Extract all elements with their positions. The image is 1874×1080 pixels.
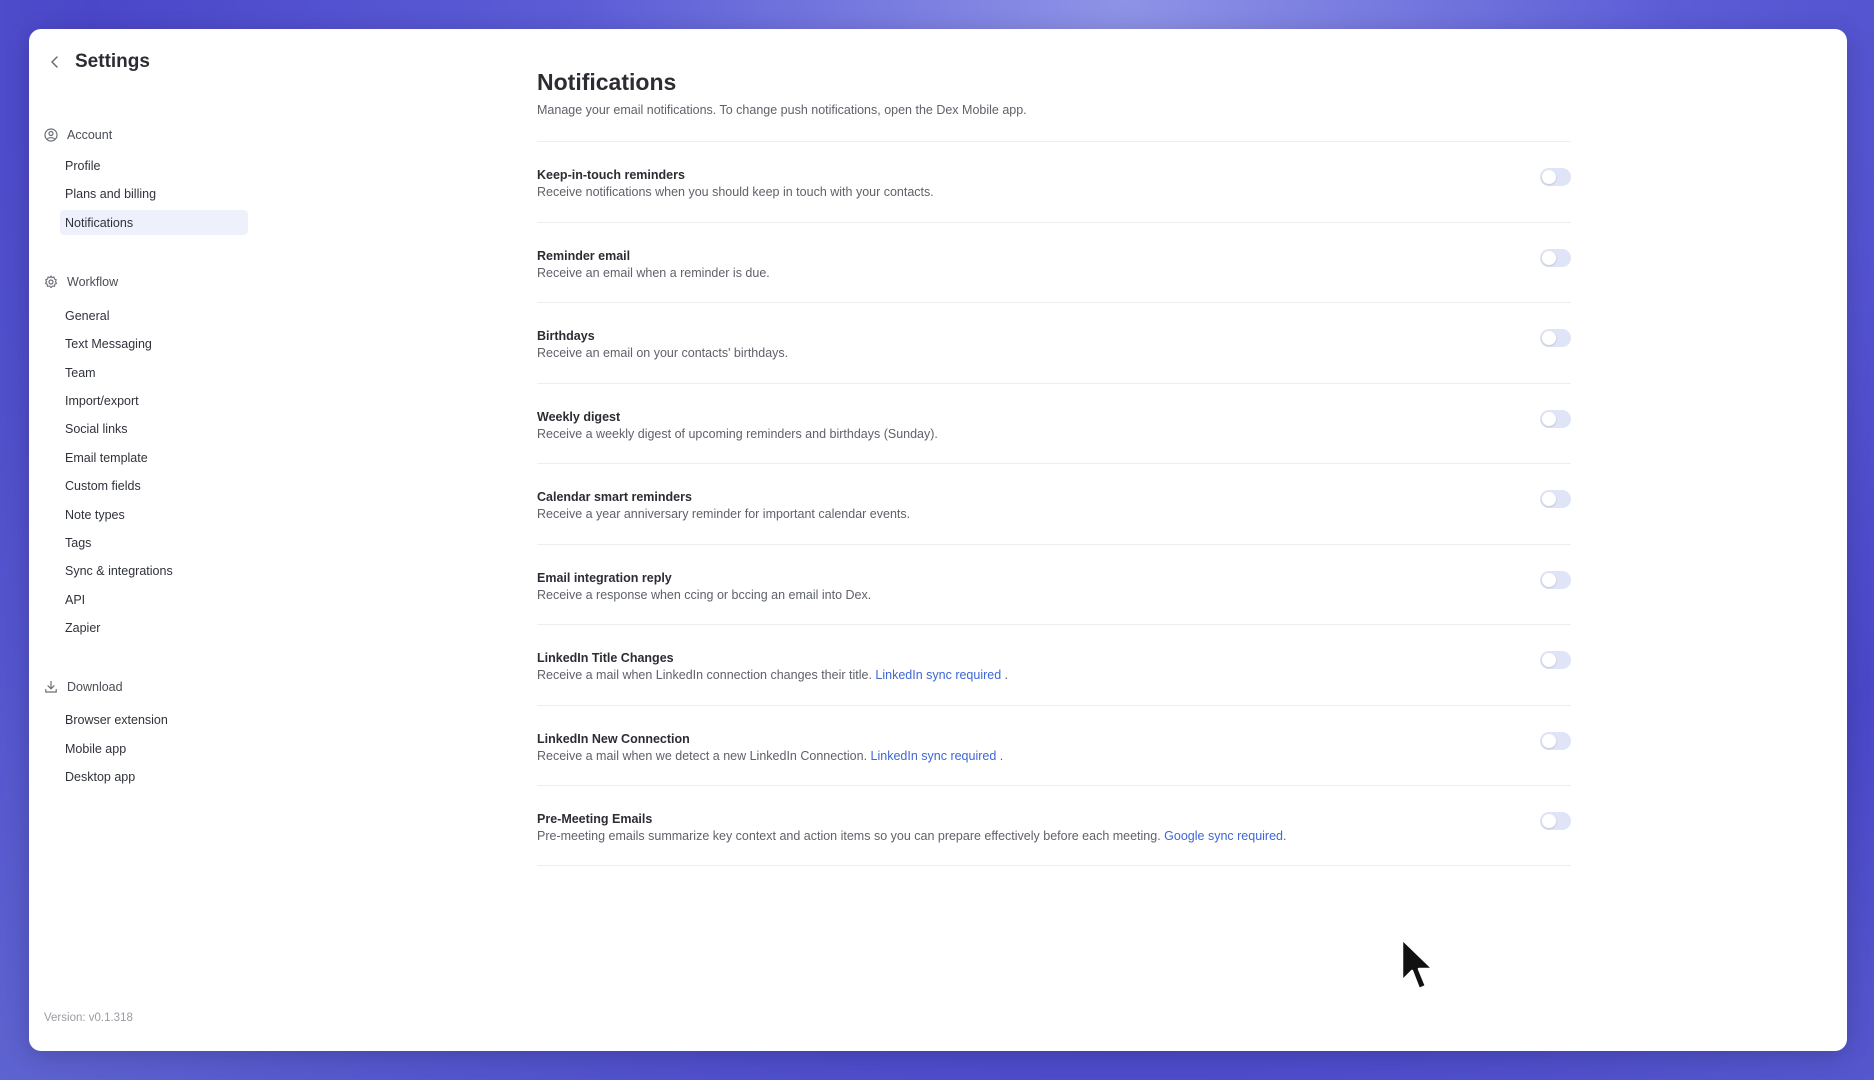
row-desc: Receive an email on your contacts' birth… <box>537 346 788 360</box>
notification-row-keep-in-touch: Keep-in-touch reminders Receive notifica… <box>537 141 1571 222</box>
row-desc: Receive an email when a reminder is due. <box>537 266 770 280</box>
toggle-keep-in-touch[interactable] <box>1540 168 1571 186</box>
sidebar-item-social-links[interactable]: Social links <box>60 416 248 441</box>
row-desc-text: Receive a response when ccing or bccing … <box>537 587 872 602</box>
mouse-cursor-icon <box>1400 937 1435 991</box>
page-title: Notifications <box>537 69 677 95</box>
toggle-calendar-smart-reminders[interactable] <box>1540 490 1571 508</box>
toggle-knob <box>1542 814 1556 828</box>
sidebar-item-zapier[interactable]: Zapier <box>60 615 248 640</box>
row-desc: Pre-meeting emails summarize key context… <box>537 829 1286 843</box>
notification-list: Keep-in-touch reminders Receive notifica… <box>537 141 1571 866</box>
back-button[interactable] <box>45 52 65 72</box>
notification-row-calendar-smart-reminders: Calendar smart reminders Receive a year … <box>537 463 1571 544</box>
row-desc-text: Receive a weekly digest of upcoming remi… <box>537 426 938 441</box>
download-icon <box>45 680 57 693</box>
section-download: Download <box>44 677 123 697</box>
sidebar-item-mobile-app[interactable]: Mobile app <box>60 736 248 761</box>
row-desc-text: Pre-meeting emails summarize key context… <box>537 829 1165 843</box>
row-desc: Receive a mail when LinkedIn connection … <box>537 668 1008 682</box>
main-content: Notifications Manage your email notifica… <box>537 29 1597 1051</box>
sidebar-item-notifications[interactable]: Notifications <box>60 210 248 235</box>
toggle-knob <box>1542 653 1556 667</box>
section-label: Download <box>67 680 123 694</box>
row-title: Birthdays <box>537 329 595 343</box>
row-desc-suffix: . <box>996 748 1004 763</box>
toggle-birthdays[interactable] <box>1540 329 1571 347</box>
sidebar-item-api[interactable]: API <box>60 587 248 612</box>
sidebar: Settings Account Profile Plans and billi… <box>29 29 289 1051</box>
notification-row-pre-meeting-emails: Pre-Meeting Emails Pre-meeting emails su… <box>537 785 1571 866</box>
sidebar-item-sync-integrations[interactable]: Sync & integrations <box>60 558 248 583</box>
toggle-linkedin-title-changes[interactable] <box>1540 651 1571 669</box>
sidebar-item-import-export[interactable]: Import/export <box>60 388 248 413</box>
notification-row-birthdays: Birthdays Receive an email on your conta… <box>537 302 1571 383</box>
row-title: Weekly digest <box>537 409 621 424</box>
toggle-knob <box>1542 411 1556 426</box>
sidebar-item-desktop-app[interactable]: Desktop app <box>60 764 248 789</box>
row-title: Calendar smart reminders <box>537 490 692 504</box>
notification-row-reminder-email: Reminder email Receive an email when a r… <box>537 221 1571 303</box>
sidebar-item-general[interactable]: General <box>60 303 248 328</box>
sidebar-item-custom-fields[interactable]: Custom fields <box>60 473 248 498</box>
row-desc: Receive notifications when you should ke… <box>537 185 934 199</box>
row-desc-text: Receive a year anniversary reminder for … <box>537 507 911 521</box>
toggle-knob <box>1542 492 1556 506</box>
row-desc-text: Receive a mail when LinkedIn connection … <box>537 668 876 682</box>
row-desc: Receive a year anniversary reminder for … <box>537 507 910 521</box>
notification-row-linkedin-title-changes: LinkedIn Title Changes Receive a mail wh… <box>537 624 1571 705</box>
sidebar-item-browser-extension[interactable]: Browser extension <box>60 707 248 732</box>
section-account: Account <box>44 125 112 145</box>
sidebar-item-plans-and-billing[interactable]: Plans and billing <box>60 181 248 206</box>
google-sync-link[interactable]: Google sync required <box>1164 829 1283 843</box>
row-desc-text: Receive an email when a reminder is due. <box>537 265 770 280</box>
toggle-weekly-digest[interactable] <box>1540 409 1571 428</box>
sidebar-item-text-messaging[interactable]: Text Messaging <box>60 331 248 356</box>
toggle-reminder-email[interactable] <box>1540 248 1571 267</box>
toggle-email-integration-reply[interactable] <box>1540 570 1571 589</box>
sidebar-header: Settings <box>45 47 150 77</box>
chevron-left-icon <box>51 56 58 68</box>
row-desc: Receive a response when ccing or bccing … <box>537 588 871 602</box>
row-title: LinkedIn Title Changes <box>537 651 674 665</box>
toggle-knob <box>1542 250 1556 265</box>
row-desc-suffix: . <box>1283 829 1287 843</box>
notification-row-email-integration-reply: Email integration reply Receive a respon… <box>537 543 1571 625</box>
row-title: Pre-Meeting Emails <box>537 812 653 826</box>
sidebar-item-tags[interactable]: Tags <box>60 530 248 555</box>
sidebar-title: Settings <box>75 51 150 72</box>
row-title: Reminder email <box>537 248 631 263</box>
toggle-knob <box>1542 572 1556 587</box>
toggle-knob <box>1542 331 1556 345</box>
toggle-knob <box>1542 170 1556 184</box>
linkedin-sync-link[interactable]: LinkedIn sync required <box>871 749 997 763</box>
sidebar-item-team[interactable]: Team <box>60 360 248 385</box>
section-label: Workflow <box>67 275 119 289</box>
page-subtitle: Manage your email notifications. To chan… <box>537 103 1027 117</box>
row-desc: Receive a weekly digest of upcoming remi… <box>537 427 938 441</box>
row-desc-text: Receive notifications when you should ke… <box>537 185 934 199</box>
settings-window: Settings Account Profile Plans and billi… <box>29 29 1847 1051</box>
toggle-knob <box>1542 733 1556 748</box>
version-label: Version: v0.1.318 <box>44 1012 133 1024</box>
row-desc: Receive a mail when we detect a new Link… <box>537 749 1003 763</box>
row-desc-text: Receive a mail when we detect a new Link… <box>537 748 871 763</box>
sidebar-item-profile[interactable]: Profile <box>60 153 248 178</box>
sidebar-item-email-template[interactable]: Email template <box>60 445 248 470</box>
notification-row-linkedin-new-connection: LinkedIn New Connection Receive a mail w… <box>537 704 1571 786</box>
sidebar-item-note-types[interactable]: Note types <box>60 502 248 527</box>
section-label: Account <box>67 128 113 142</box>
user-circle-icon <box>44 128 58 142</box>
toggle-linkedin-new-connection[interactable] <box>1540 731 1571 750</box>
row-title: Email integration reply <box>537 570 672 585</box>
notification-row-weekly-digest: Weekly digest Receive a weekly digest of… <box>537 382 1571 464</box>
row-title: LinkedIn New Connection <box>537 731 690 746</box>
section-workflow: Workflow <box>44 272 118 292</box>
row-desc-suffix: . <box>1001 668 1009 682</box>
toggle-pre-meeting-emails[interactable] <box>1540 812 1571 830</box>
row-desc-text: Receive an email on your contacts' birth… <box>537 346 789 360</box>
linkedin-sync-link[interactable]: LinkedIn sync required <box>875 668 1001 682</box>
row-title: Keep-in-touch reminders <box>537 168 685 182</box>
gear-icon <box>44 275 58 289</box>
